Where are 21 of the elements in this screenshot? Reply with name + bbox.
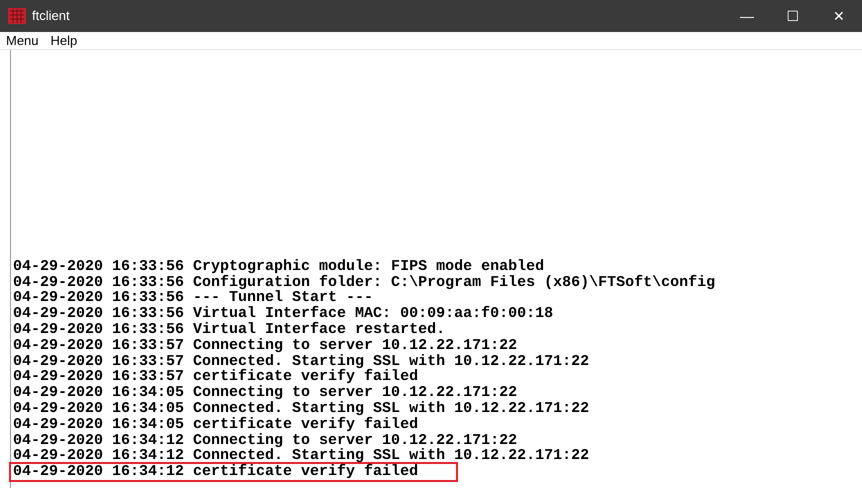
menu-item[interactable]: Menu [0, 32, 45, 49]
app-logo-icon [8, 8, 26, 24]
log-line: 04-29-2020 16:34:12 certificate verify failed [11, 464, 456, 480]
log-line: 04-29-2020 16:34:05 certificate verify failed [12, 416, 418, 433]
log-line: 04-29-2020 16:34:12 Connected. Starting SSL with 10.12.22.171:22 [12, 448, 590, 464]
log-line: 04-29-2020 16:33:56 Configuration folder: C:\Program Files (x86)\FTSoft\config [12, 274, 716, 290]
log-line: 04-29-2020 16:34:12 Connecting to server 10.12.22.171:22 [12, 432, 518, 448]
log-line: 04-29-2020 16:33:56 Virtual Interface restarted. [12, 322, 446, 338]
log-line: 04-29-2020 16:33:56 Cryptographic module: FIPS mode enabled [12, 258, 544, 275]
log-line: 04-29-2020 16:33:57 certificate verify failed [12, 369, 418, 386]
log-line: 04-29-2020 16:34:05 Connected. Starting SSL with 10.12.22.171:22 [12, 401, 590, 417]
log-line: 04-29-2020 16:33:57 Connecting to server 10.12.22.171:22 [12, 338, 518, 354]
close-button[interactable]: ✕ [816, 0, 862, 32]
log-line: 04-29-2020 16:33:57 Connected. Starting SSL with 10.12.22.171:22 [12, 354, 590, 370]
minimize-button[interactable]: — [724, 0, 770, 32]
log-line: 04-29-2020 16:33:56 --- Tunnel Start --- [12, 290, 374, 306]
log-line: 04-29-2020 16:33:56 Virtual Interface MAC: 00:09:aa:f0:00:18 [12, 306, 554, 322]
window-title: ftclient [32, 7, 70, 26]
maximize-button[interactable]: ☐ [770, 0, 816, 32]
log-line: 04-29-2020 16:34:05 Connecting to server 10.12.22.171:22 [12, 385, 518, 402]
menu-item[interactable]: Help [44, 32, 84, 49]
